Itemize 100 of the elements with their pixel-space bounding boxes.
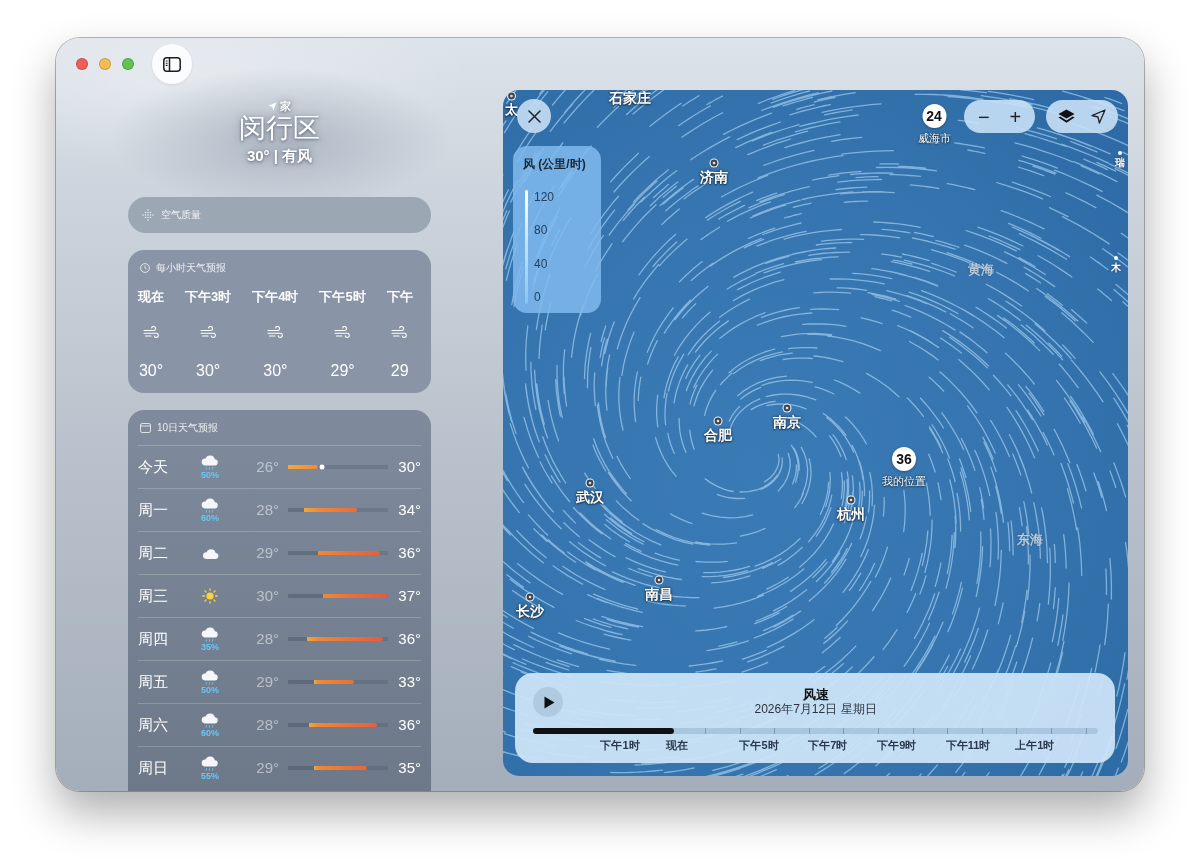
low-temperature: 30° bbox=[256, 587, 279, 605]
day-label: 周六 bbox=[138, 716, 168, 734]
card-title: 空气质量 bbox=[161, 208, 201, 222]
sidebar-icon bbox=[163, 56, 181, 72]
precipitation-chance: 55% bbox=[201, 771, 219, 781]
wind-icon bbox=[199, 326, 217, 339]
high-temperature: 34° bbox=[398, 501, 421, 519]
time-label: 下午1时 bbox=[600, 738, 640, 752]
city-marker-icon bbox=[846, 495, 856, 505]
day-label: 周三 bbox=[138, 587, 168, 605]
high-temperature: 36° bbox=[398, 630, 421, 648]
high-temperature: 36° bbox=[398, 544, 421, 562]
card-title: 10日天气预报 bbox=[157, 420, 219, 435]
zoom-out-button[interactable]: − bbox=[972, 105, 995, 128]
place-dot-icon bbox=[1118, 151, 1122, 155]
precipitation-chance: 60% bbox=[201, 728, 219, 738]
hour-temperature: 30° bbox=[138, 362, 164, 380]
sea-label: 东海 bbox=[1017, 532, 1043, 548]
precipitation-chance: 50% bbox=[201, 685, 219, 695]
city-label: 南昌 bbox=[645, 586, 673, 602]
city-label: 合肥 bbox=[704, 427, 732, 443]
day-label: 周五 bbox=[138, 673, 168, 691]
rain-cloud-icon bbox=[201, 454, 219, 470]
pin-label: 威海市 bbox=[917, 132, 951, 145]
low-temperature: 28° bbox=[256, 630, 279, 648]
play-icon bbox=[544, 695, 555, 709]
hour-temperature: 29° bbox=[330, 362, 355, 380]
play-button[interactable] bbox=[533, 687, 563, 717]
rain-cloud-icon bbox=[201, 755, 219, 771]
low-temperature: 29° bbox=[256, 673, 279, 691]
day-label: 今天 bbox=[138, 458, 168, 476]
high-temperature: 30° bbox=[398, 458, 421, 476]
day-label: 周二 bbox=[138, 544, 168, 562]
sidebar-toggle-button[interactable] bbox=[152, 44, 192, 84]
low-temperature: 29° bbox=[256, 759, 279, 777]
place-name: 闵行区 bbox=[239, 113, 320, 143]
hour-label: 下午4时 bbox=[252, 290, 299, 304]
pin-label: 我的位置 bbox=[882, 475, 926, 488]
time-label: 下午9时 bbox=[877, 738, 917, 752]
low-temperature: 28° bbox=[256, 716, 279, 734]
hour-temperature: 30° bbox=[196, 362, 221, 380]
place-dot-icon bbox=[1114, 256, 1118, 260]
scale-value: 0 bbox=[534, 290, 542, 304]
city-label: 济南 bbox=[700, 169, 728, 185]
card-title: 每小时天气预报 bbox=[156, 261, 226, 275]
high-temperature: 36° bbox=[398, 716, 421, 734]
timeline-date: 2026年7月12日 星期日 bbox=[754, 702, 877, 717]
scale-value: 120 bbox=[534, 190, 555, 204]
time-label: 下午7时 bbox=[808, 738, 848, 752]
weather-summary: 30° | 有风 bbox=[246, 146, 313, 166]
window-close-button[interactable] bbox=[76, 58, 88, 70]
day-label: 周一 bbox=[138, 501, 168, 519]
precipitation-chance: 50% bbox=[201, 470, 219, 480]
city-label: 长沙 bbox=[516, 603, 544, 619]
low-temperature: 28° bbox=[256, 501, 279, 519]
hour-label: 下午5时 bbox=[319, 290, 366, 304]
high-temperature: 37° bbox=[398, 587, 421, 605]
city-marker-icon bbox=[654, 575, 664, 585]
rain-cloud-icon bbox=[201, 626, 219, 642]
wind-icon bbox=[142, 326, 160, 339]
cloud-icon bbox=[201, 547, 219, 559]
calendar-icon bbox=[140, 422, 151, 433]
high-temperature: 35° bbox=[398, 759, 421, 777]
city-marker-icon bbox=[709, 158, 719, 168]
location-arrow-icon bbox=[1091, 109, 1106, 124]
low-temperature: 29° bbox=[256, 544, 279, 562]
wind-icon bbox=[334, 326, 352, 339]
timeline-track[interactable] bbox=[533, 728, 1098, 734]
timeline-title: 风速 bbox=[802, 687, 829, 702]
hour-temperature: 29 bbox=[390, 362, 409, 380]
location-label: 家 bbox=[280, 99, 291, 113]
hour-temperature: 30° bbox=[263, 362, 288, 380]
precipitation-chance: 35% bbox=[201, 642, 219, 652]
dots-icon bbox=[142, 209, 154, 221]
wind-icon bbox=[266, 326, 284, 339]
zoom-in-button[interactable]: + bbox=[1004, 105, 1027, 128]
hour-label: 现在 bbox=[138, 290, 164, 304]
city-marker-icon bbox=[713, 416, 723, 426]
city-marker-icon bbox=[506, 91, 516, 101]
hour-label: 下午 bbox=[386, 290, 413, 304]
time-label: 下午5时 bbox=[739, 738, 779, 752]
close-icon bbox=[527, 109, 541, 123]
city-label: 南京 bbox=[773, 414, 801, 430]
city-label: 太 bbox=[504, 102, 518, 118]
day-label: 周日 bbox=[138, 759, 168, 777]
sea-label: 黄海 bbox=[968, 262, 994, 278]
city-label: 石家庄 bbox=[609, 90, 651, 106]
wind-icon bbox=[391, 326, 409, 339]
rain-cloud-icon bbox=[201, 497, 219, 513]
time-label: 下午11时 bbox=[945, 738, 991, 752]
precipitation-chance: 60% bbox=[201, 513, 219, 523]
scale-value: 40 bbox=[534, 256, 549, 271]
day-label: 周四 bbox=[138, 630, 168, 648]
high-temperature: 33° bbox=[398, 673, 421, 691]
town-label: 瑞 bbox=[1115, 157, 1125, 169]
city-label: 杭州 bbox=[837, 506, 865, 522]
sun-icon bbox=[202, 588, 218, 604]
hour-label: 下午3时 bbox=[185, 290, 232, 304]
time-label: 现在 bbox=[666, 738, 689, 752]
clock-icon bbox=[140, 263, 150, 273]
